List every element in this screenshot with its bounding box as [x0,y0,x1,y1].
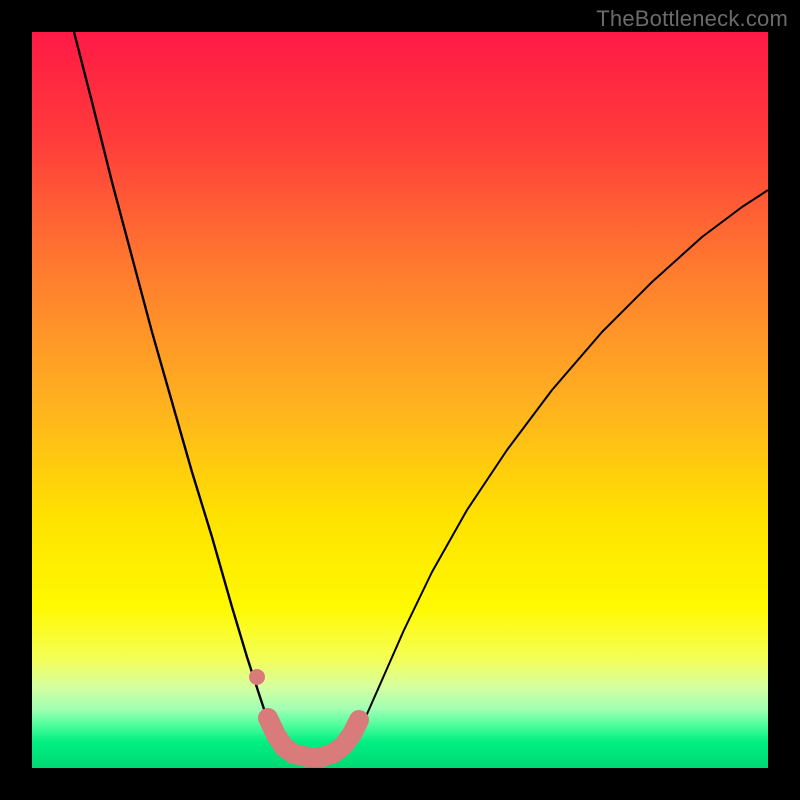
chart-svg [32,32,768,768]
bottleneck-curve-right [320,190,768,761]
watermark-text: TheBottleneck.com [596,6,788,32]
highlight-dot [249,669,265,685]
chart-frame: TheBottleneck.com [0,0,800,800]
bottleneck-curve-left [74,32,320,761]
plot-area [32,32,768,768]
highlight-band [268,718,359,757]
